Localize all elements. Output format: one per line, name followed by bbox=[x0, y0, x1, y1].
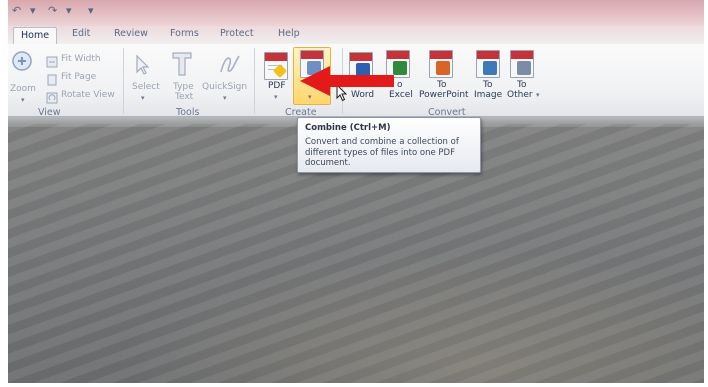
quick-access-toolbar: ↶ ▾ ↷ ▾ ▾ bbox=[8, 0, 704, 26]
type-text-label-2[interactable]: Text bbox=[175, 92, 193, 102]
fit-width-icon bbox=[46, 53, 58, 72]
tab-protect[interactable]: Protect bbox=[220, 28, 254, 39]
rotate-view-button[interactable]: Rotate View bbox=[61, 90, 115, 100]
to-image-label-1[interactable]: To bbox=[483, 80, 492, 90]
chevron-down-icon: ▾ bbox=[141, 94, 145, 102]
pdf-button[interactable]: PDF bbox=[268, 81, 286, 91]
redo-icon[interactable]: ↷ bbox=[48, 4, 57, 17]
tab-home[interactable]: Home bbox=[13, 27, 58, 44]
other-format-icon[interactable] bbox=[510, 50, 534, 78]
tab-help[interactable]: Help bbox=[278, 28, 300, 39]
powerpoint-icon[interactable] bbox=[429, 50, 453, 78]
tab-edit[interactable]: Edit bbox=[72, 28, 90, 39]
application-window: ↶ ▾ ↷ ▾ ▾ Home Edit Review Forms Protect… bbox=[8, 0, 704, 383]
tooltip-title: Combine (Ctrl+M) bbox=[305, 123, 391, 133]
pdf-icon[interactable] bbox=[264, 52, 288, 80]
tab-forms[interactable]: Forms bbox=[170, 28, 199, 39]
fit-width-button[interactable]: Fit Width bbox=[61, 54, 101, 64]
to-powerpoint-button[interactable]: PowerPoint bbox=[419, 90, 469, 100]
undo-icon[interactable]: ↶ bbox=[12, 4, 21, 17]
combine-tooltip: Combine (Ctrl+M) Convert and combine a c… bbox=[297, 117, 481, 173]
select-cursor-icon[interactable] bbox=[134, 54, 152, 80]
fit-page-icon bbox=[46, 71, 58, 90]
zoom-icon[interactable] bbox=[11, 50, 35, 78]
type-text-icon[interactable] bbox=[171, 50, 193, 82]
zoom-button[interactable]: Zoom bbox=[10, 84, 36, 94]
ribbon-tabs: Home Edit Review Forms Protect Help bbox=[8, 26, 704, 44]
tab-review[interactable]: Review bbox=[114, 28, 148, 39]
select-button[interactable]: Select bbox=[132, 82, 160, 92]
group-divider bbox=[254, 48, 255, 114]
quicksign-icon[interactable] bbox=[215, 50, 243, 82]
tooltip-body: Convert and combine a collection of diff… bbox=[305, 137, 459, 168]
to-image-button[interactable]: Image bbox=[474, 90, 502, 100]
image-icon[interactable] bbox=[476, 50, 500, 78]
quicksign-button[interactable]: QuickSign bbox=[202, 82, 247, 92]
group-divider bbox=[123, 48, 124, 114]
chevron-down-icon[interactable]: ▾ bbox=[66, 4, 72, 17]
chevron-down-icon: ▾ bbox=[536, 91, 540, 99]
to-other-button[interactable]: Other bbox=[507, 90, 533, 100]
fit-page-button[interactable]: Fit Page bbox=[61, 72, 96, 82]
to-other-label-1[interactable]: To bbox=[517, 80, 526, 90]
chevron-down-icon: ▾ bbox=[274, 93, 278, 101]
chevron-down-icon[interactable]: ▾ bbox=[30, 4, 36, 17]
to-powerpoint-label-1[interactable]: To bbox=[437, 80, 446, 90]
red-arrow-annotation-icon bbox=[300, 66, 400, 100]
chevron-down-icon: ▾ bbox=[223, 94, 227, 102]
type-text-label-1[interactable]: Type bbox=[173, 82, 194, 92]
rotate-view-icon bbox=[46, 89, 58, 108]
chevron-down-icon: ▾ bbox=[21, 96, 25, 104]
customize-icon[interactable]: ▾ bbox=[88, 4, 94, 17]
